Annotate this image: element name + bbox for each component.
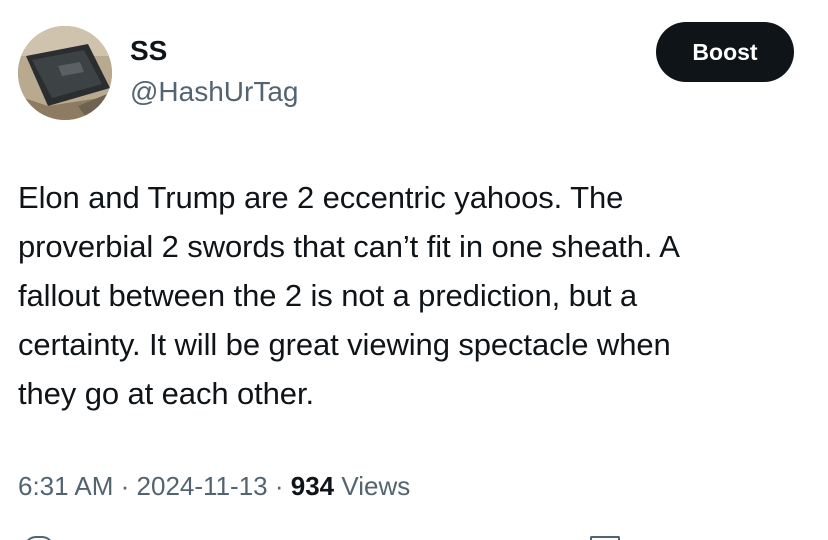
tweet-card: SS @HashUrTag Boost Elon and Trump are 2… bbox=[0, 0, 828, 540]
author-name[interactable]: SS bbox=[130, 34, 167, 68]
action-bar bbox=[0, 530, 828, 540]
meta-separator: · bbox=[120, 471, 130, 501]
tweet-text-line: fallout between the 2 is not a predictio… bbox=[18, 278, 638, 313]
tweet-text-line: they go at each other. bbox=[18, 376, 314, 411]
tweet-meta: 6:31 AM · 2024-11-13 · 934 Views bbox=[18, 468, 410, 504]
tweet-text-line: certainty. It will be great viewing spec… bbox=[18, 327, 671, 362]
tweet-text-line: proverbial 2 swords that can’t fit in on… bbox=[18, 229, 680, 264]
tweet-text: Elon and Trump are 2 eccentric yahoos. T… bbox=[18, 173, 808, 418]
author-handle[interactable]: @HashUrTag bbox=[130, 75, 298, 109]
avatar[interactable] bbox=[18, 26, 112, 120]
bookmark-icon[interactable] bbox=[590, 536, 620, 540]
meta-separator: · bbox=[274, 471, 284, 501]
tweet-text-line: Elon and Trump are 2 eccentric yahoos. T… bbox=[18, 180, 624, 215]
views-label: Views bbox=[341, 471, 411, 501]
tweet-time[interactable]: 6:31 AM bbox=[18, 471, 113, 501]
tweet-date[interactable]: 2024-11-13 bbox=[137, 471, 268, 501]
boost-button[interactable]: Boost bbox=[656, 22, 794, 82]
reply-icon[interactable] bbox=[24, 536, 54, 540]
avatar-image bbox=[18, 26, 112, 120]
views-count: 934 bbox=[290, 471, 335, 501]
